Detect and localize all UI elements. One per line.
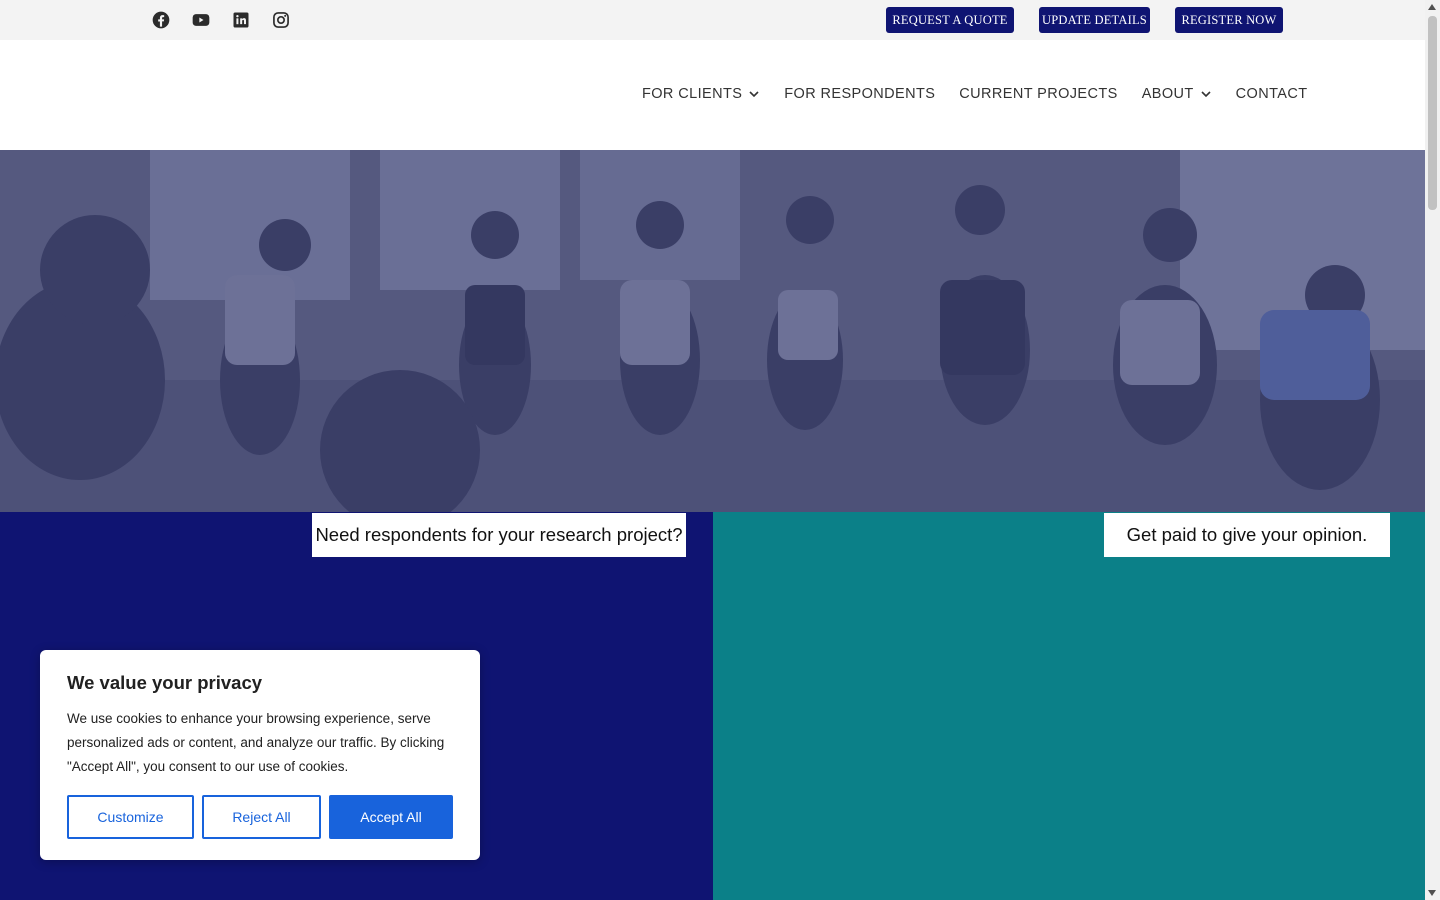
main-nav: FOR CLIENTS FOR RESPONDENTS CURRENT PROJ… xyxy=(642,86,1307,102)
cookie-consent-dialog: We value your privacy We use cookies to … xyxy=(40,650,480,860)
scroll-up-arrow-icon[interactable] xyxy=(1428,4,1436,10)
scrollbar-thumb[interactable] xyxy=(1428,16,1437,210)
linkedin-icon[interactable] xyxy=(230,9,252,31)
nav-current-projects[interactable]: CURRENT PROJECTS xyxy=(959,86,1117,102)
page-scrollbar[interactable] xyxy=(1425,0,1440,900)
instagram-icon[interactable] xyxy=(270,9,292,31)
nav-for-clients[interactable]: FOR CLIENTS xyxy=(642,86,760,102)
update-details-button[interactable]: UPDATE DETAILS xyxy=(1039,7,1150,33)
scroll-down-arrow-icon[interactable] xyxy=(1428,890,1436,896)
cookie-title: We value your privacy xyxy=(67,672,263,693)
nav-about-label: ABOUT xyxy=(1141,86,1194,102)
nav-for-respondents[interactable]: FOR RESPONDENTS xyxy=(784,86,935,102)
page: REQUEST A QUOTE UPDATE DETAILS REGISTER … xyxy=(0,0,1425,900)
facebook-icon[interactable] xyxy=(150,9,172,31)
hero-image xyxy=(0,150,1425,512)
customize-button[interactable]: Customize xyxy=(67,795,194,839)
accept-all-button[interactable]: Accept All xyxy=(329,795,453,839)
cookie-description: We use cookies to enhance your browsing … xyxy=(67,711,445,774)
reject-all-button[interactable]: Reject All xyxy=(202,795,321,839)
chevron-down-icon xyxy=(1201,91,1211,98)
top-bar: REQUEST A QUOTE UPDATE DETAILS REGISTER … xyxy=(0,0,1425,40)
nav-for-clients-label: FOR CLIENTS xyxy=(642,86,743,102)
respondents-tagline[interactable]: Get paid to give your opinion. xyxy=(1104,513,1390,557)
register-now-button[interactable]: REGISTER NOW xyxy=(1175,7,1283,33)
nav-about[interactable]: ABOUT xyxy=(1142,86,1212,102)
group-discussion-photo xyxy=(0,150,1425,512)
clients-tagline[interactable]: Need respondents for your research proje… xyxy=(312,513,686,557)
site-header: FOR CLIENTS FOR RESPONDENTS CURRENT PROJ… xyxy=(0,40,1425,150)
request-quote-button[interactable]: REQUEST A QUOTE xyxy=(886,7,1014,33)
respondents-panel: Get paid to give your opinion. xyxy=(713,512,1425,900)
chevron-down-icon xyxy=(749,91,759,98)
nav-contact[interactable]: CONTACT xyxy=(1236,86,1308,102)
social-links xyxy=(150,9,292,31)
youtube-icon[interactable] xyxy=(190,9,212,31)
